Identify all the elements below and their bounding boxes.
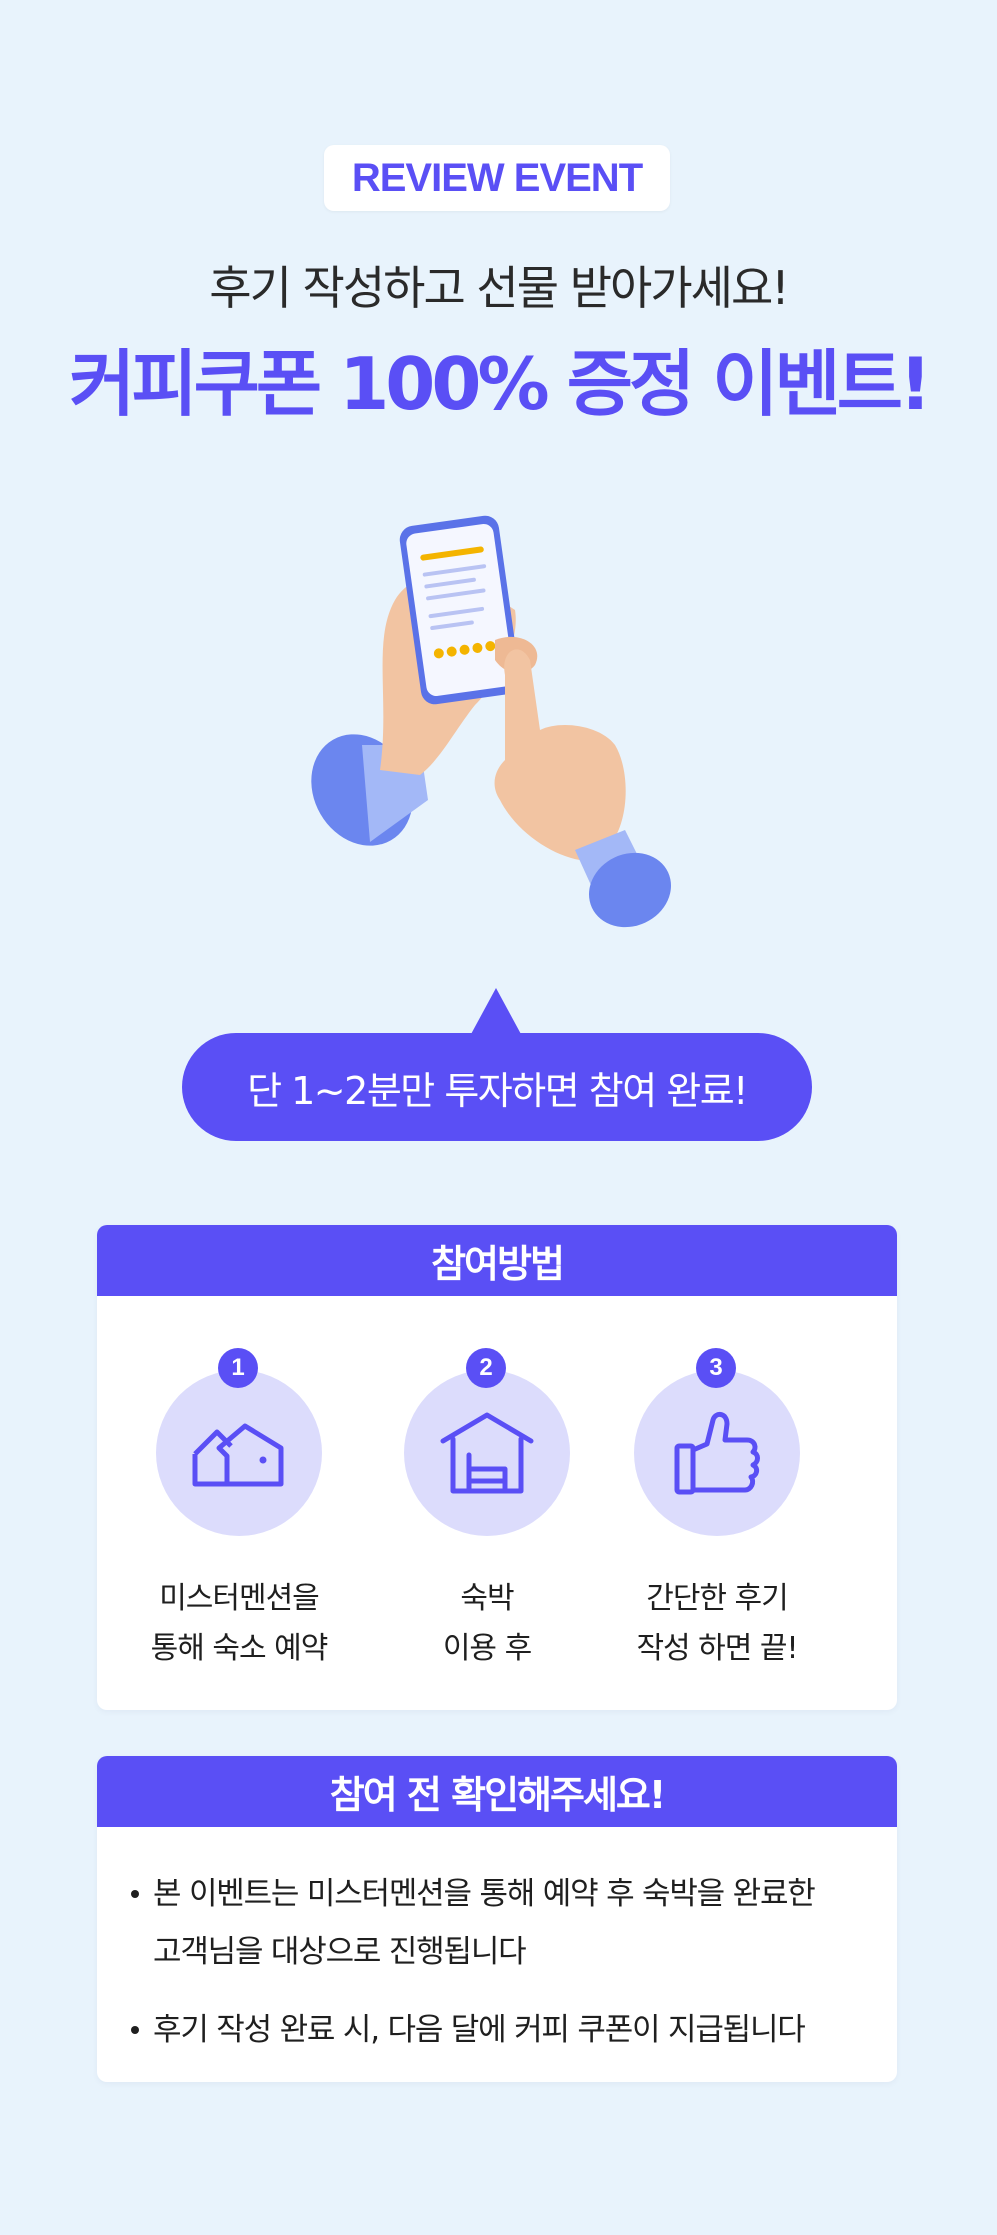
- phone-icon: [399, 515, 521, 705]
- five-star-rating-icon: [433, 641, 496, 659]
- step-3-number: 3: [696, 1348, 736, 1388]
- step-1: 1 미스터멘션을 통해 숙소 예약: [119, 1348, 359, 1674]
- participation-card: 참여방법 1 미스터멘션을 통해 숙소 예약 2 숙박 이용 후 3 간단한 후…: [97, 1225, 897, 1710]
- right-sleeve-icon: [575, 830, 671, 928]
- speech-bubble-tail: [470, 988, 522, 1036]
- step-3-circle: 3: [634, 1348, 800, 1536]
- participation-title: 참여방법: [97, 1225, 897, 1296]
- step-2-number: 2: [466, 1348, 506, 1388]
- notice-item-text: 후기 작성 완료 시, 다음 달에 커피 쿠폰이 지급됩니다: [153, 2012, 806, 2048]
- step-1-number: 1: [218, 1348, 258, 1388]
- step-2-circle: 2: [404, 1348, 570, 1536]
- review-event-badge: REVIEW EVENT: [324, 145, 670, 211]
- step-2: 2 숙박 이용 후: [367, 1348, 607, 1674]
- notice-item: 후기 작성 완료 시, 다음 달에 커피 쿠폰이 지급됩니다: [127, 2001, 857, 2059]
- step-3-line1: 간단한 후기: [646, 1581, 789, 1616]
- step-1-line2: 통해 숙소 예약: [150, 1631, 329, 1666]
- notice-item: 본 이벤트는 미스터멘션을 통해 예약 후 숙박을 완료한 고객님을 대상으로 …: [127, 1865, 843, 1981]
- participation-bubble: 단 1~2분만 투자하면 참여 완료!: [182, 1033, 812, 1141]
- step-3-line2: 작성 하면 끝!: [636, 1631, 798, 1666]
- notice-card: 참여 전 확인해주세요! 본 이벤트는 미스터멘션을 통해 예약 후 숙박을 완…: [97, 1756, 897, 2082]
- houses-icon: [192, 1423, 284, 1487]
- step-2-line2: 이용 후: [442, 1631, 532, 1666]
- step-2-line1: 숙박: [460, 1581, 514, 1616]
- notice-title: 참여 전 확인해주세요!: [97, 1756, 897, 1827]
- notice-item-text: 본 이벤트는 미스터멘션을 통해 예약 후 숙박을 완료한 고객님을 대상으로 …: [153, 1876, 816, 1970]
- step-1-circle: 1: [156, 1348, 322, 1536]
- bullet-icon: [131, 2026, 139, 2034]
- event-subtitle: 후기 작성하고 선물 받아가세요!: [209, 261, 789, 315]
- bed-house-icon: [440, 1412, 534, 1494]
- left-sleeve-icon: [311, 734, 428, 846]
- right-hand-icon: [494, 649, 626, 860]
- step-3: 3 간단한 후기 작성 하면 끝!: [597, 1348, 837, 1674]
- step-1-line1: 미스터멘션을: [159, 1581, 320, 1616]
- event-headline: 커피쿠폰 100% 증정 이벤트!: [69, 342, 932, 426]
- left-hand-icon: [380, 575, 516, 775]
- thumbs-up-icon: [674, 1412, 760, 1495]
- bullet-icon: [131, 1890, 139, 1898]
